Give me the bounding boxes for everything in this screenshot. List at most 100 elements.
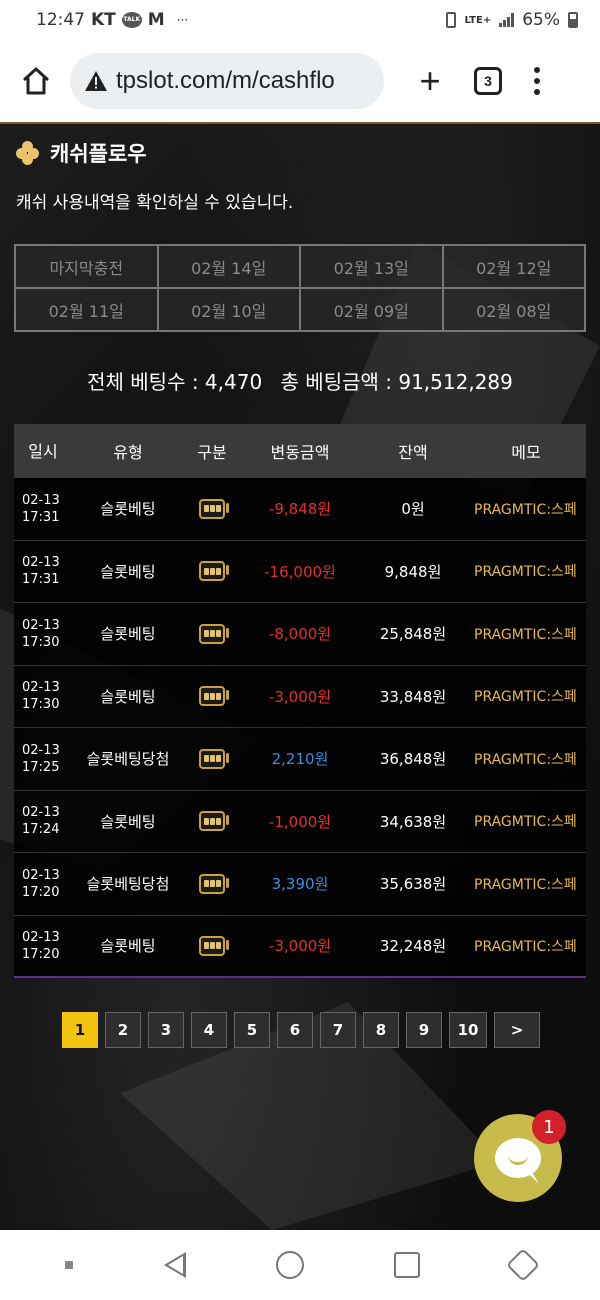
back-icon[interactable]: [163, 1252, 186, 1278]
table-row: 02-13 17:31 슬롯베팅 -16,000원 9,848원 PRAGMTIC…: [14, 540, 586, 603]
row-memo: PRAGMTIC:스페: [474, 814, 577, 831]
browser-toolbar: tpslot.com/m/cashflo + 3: [0, 40, 600, 122]
row-amount: -16,000원: [264, 562, 336, 581]
page-button-8[interactable]: 8: [363, 1012, 399, 1048]
battery-percent: 65%: [522, 10, 560, 30]
row-datetime: 02-13 17:31: [22, 555, 60, 588]
page-button-10[interactable]: 10: [449, 1012, 487, 1048]
page-button-7[interactable]: 7: [320, 1012, 356, 1048]
page-button-6[interactable]: 6: [277, 1012, 313, 1048]
nav-indicator-icon: [65, 1261, 74, 1269]
row-memo: PRAGMTIC:스페: [474, 938, 577, 955]
table-row: 02-13 17:20 슬롯베팅 -3,000원 32,248원 PRAGMTIC…: [14, 915, 586, 978]
status-right: LTE+ 65%: [446, 10, 578, 30]
row-memo: PRAGMTIC:스페: [474, 751, 577, 768]
slot-machine-icon: [199, 811, 229, 832]
row-type: 슬롯베팅: [100, 812, 156, 831]
table-row: 02-13 17:31 슬롯베팅 -9,848원 0원 PRAGMTIC:스페: [14, 478, 586, 541]
row-amount: 3,390원: [271, 875, 329, 894]
page-button-5[interactable]: 5: [234, 1012, 270, 1048]
header-type: 유형: [113, 443, 143, 462]
date-tab[interactable]: 02월 08일: [442, 288, 585, 331]
page-button-9[interactable]: 9: [406, 1012, 442, 1048]
slot-machine-icon: [199, 623, 229, 644]
page-button-4[interactable]: 4: [191, 1012, 227, 1048]
row-amount: -3,000원: [268, 687, 332, 706]
tab-switcher-button[interactable]: 3: [474, 67, 502, 95]
row-balance: 34,638원: [379, 812, 447, 831]
home-button[interactable]: [14, 59, 58, 103]
battery-icon: [568, 12, 578, 28]
new-tab-button[interactable]: +: [408, 59, 452, 103]
header-datetime: 일시: [28, 441, 58, 461]
row-balance: 0원: [401, 500, 425, 519]
row-category: [184, 498, 240, 519]
row-type: 슬롯베팅당첨: [86, 750, 170, 769]
page-button-2[interactable]: 2: [105, 1012, 141, 1048]
row-datetime: 02-13 17:20: [22, 867, 60, 900]
row-datetime: 02-13 17:30: [22, 680, 60, 713]
page-button-1[interactable]: 1: [62, 1012, 98, 1048]
betting-totals: 전체 베팅수 : 4,470 총 베팅금액 : 91,512,289: [0, 366, 600, 395]
row-datetime: 02-13 17:31: [22, 492, 60, 525]
pagination: 1 2 3 4 5 6 7 8 9 10 >: [62, 1012, 540, 1048]
row-datetime: 02-13 17:20: [22, 929, 60, 962]
row-datetime: 02-13 17:24: [22, 805, 60, 838]
header-category: 구분: [197, 443, 227, 462]
date-tab[interactable]: 02월 10일: [157, 288, 300, 331]
row-datetime: 02-13 17:25: [22, 742, 60, 775]
total-bet-amount: 총 베팅금액 : 91,512,289: [280, 370, 513, 394]
signal-icon: [499, 13, 515, 27]
date-filter-grid: 마지막충전 02월 14일 02월 13일 02월 12일 02월 11일 02…: [14, 244, 586, 332]
home-icon: [22, 67, 50, 95]
date-tab[interactable]: 02월 14일: [157, 245, 300, 288]
address-bar[interactable]: tpslot.com/m/cashflo: [70, 53, 384, 109]
slot-machine-icon: [199, 498, 229, 519]
url-text: tpslot.com/m/cashflo: [116, 67, 335, 94]
row-amount: 2,210원: [271, 750, 329, 769]
warning-icon: [85, 71, 107, 91]
date-tab-last-charge[interactable]: 마지막충전: [15, 245, 158, 288]
page-description: 캐쉬 사용내역을 확인하실 수 있습니다.: [16, 193, 294, 213]
page-content: 캐쉬플로우 캐쉬 사용내역을 확인하실 수 있습니다. 마지막충전 02월 14…: [0, 122, 600, 1230]
vibrate-icon: [446, 12, 457, 28]
row-category: [184, 811, 240, 832]
row-amount: -3,000원: [268, 937, 332, 956]
row-memo: PRAGMTIC:스페: [474, 876, 577, 893]
total-bet-count: 전체 베팅수 : 4,470: [87, 370, 263, 394]
row-type: 슬롯베팅: [100, 500, 156, 519]
row-type: 슬롯베팅: [100, 687, 156, 706]
row-balance: 35,638원: [379, 875, 447, 894]
plus-icon: +: [419, 60, 441, 101]
header-memo: 메모: [511, 443, 541, 462]
row-memo: PRAGMTIC:스페: [474, 564, 577, 581]
browser-menu-button[interactable]: [522, 59, 552, 103]
row-balance: 32,248원: [379, 937, 447, 956]
row-amount: -1,000원: [268, 812, 332, 831]
row-balance: 9,848원: [384, 562, 442, 581]
row-category: [184, 623, 240, 644]
row-balance: 33,848원: [379, 687, 447, 706]
table-row: 02-13 17:20 슬롯베팅당첨 3,390원 35,638원 PRAGMTI…: [14, 853, 586, 916]
row-type: 슬롯베팅: [100, 937, 156, 956]
table-row: 02-13 17:25 슬롯베팅당첨 2,210원 36,848원 PRAGMTI…: [14, 728, 586, 791]
chat-bubble-icon: [495, 1138, 541, 1178]
page-button-3[interactable]: 3: [148, 1012, 184, 1048]
date-tab[interactable]: 02월 12일: [442, 245, 585, 288]
date-tab[interactable]: 02월 09일: [300, 288, 443, 331]
date-tab[interactable]: 02월 13일: [300, 245, 443, 288]
row-balance: 25,848원: [379, 625, 447, 644]
row-memo: PRAGMTIC:스페: [474, 501, 577, 518]
table-row: 02-13 17:24 슬롯베팅 -1,000원 34,638원 PRAGMTIC…: [14, 790, 586, 853]
rotate-icon[interactable]: [505, 1248, 540, 1282]
status-left: 12:47 KT TALK M ···: [36, 10, 446, 30]
date-tab[interactable]: 02월 11일: [15, 288, 158, 331]
row-balance: 36,848원: [379, 750, 447, 769]
status-carrier: KT: [91, 10, 116, 30]
recent-apps-icon[interactable]: [394, 1252, 421, 1278]
more-notifications-icon: ···: [176, 13, 189, 27]
row-type: 슬롯베팅: [100, 562, 156, 581]
home-circle-icon[interactable]: [275, 1251, 304, 1279]
next-page-button[interactable]: >: [494, 1012, 540, 1048]
table-row: 02-13 17:30 슬롯베팅 -3,000원 33,848원 PRAGMTIC…: [14, 665, 586, 728]
